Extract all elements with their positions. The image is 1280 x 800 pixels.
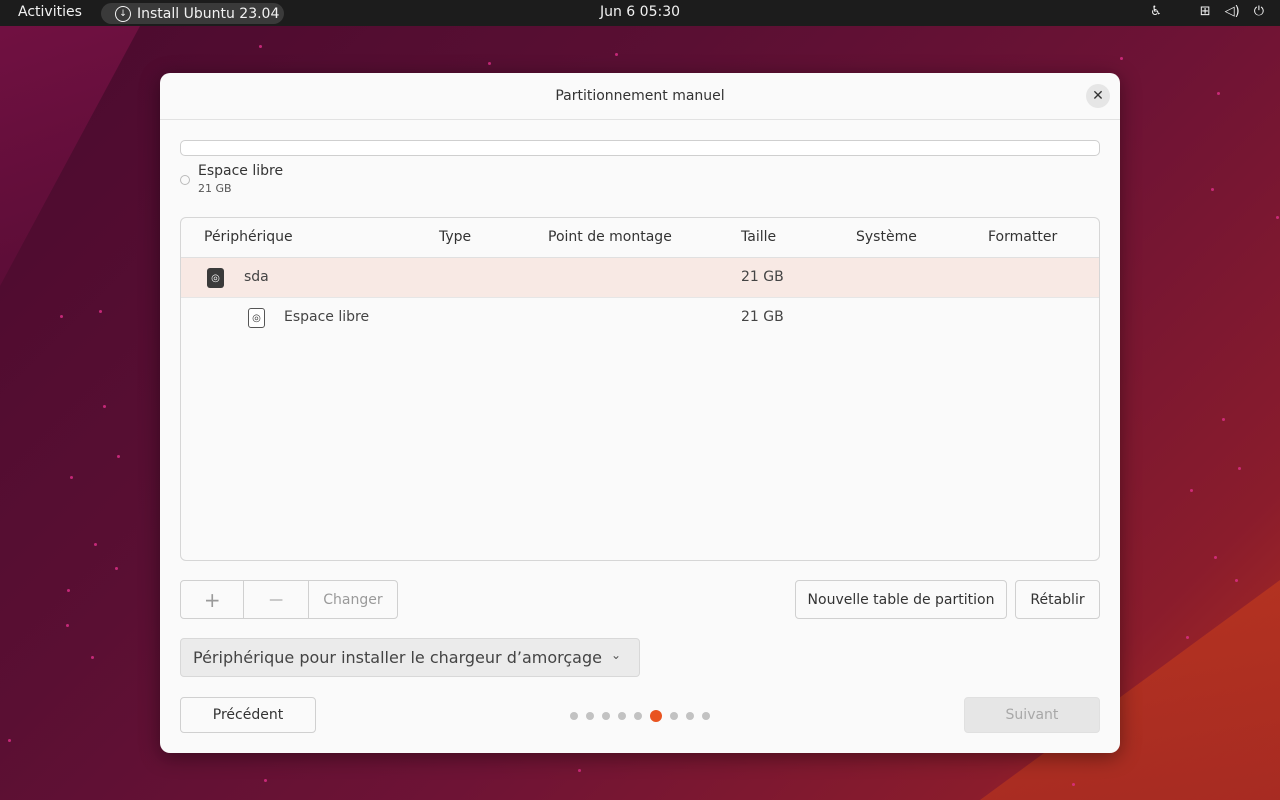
- step-dot: [618, 712, 626, 720]
- legend-name: Espace libre: [198, 163, 284, 179]
- partition-actions: + — Changer: [180, 580, 398, 619]
- wallpaper-dot: [91, 656, 94, 659]
- add-partition-button[interactable]: +: [181, 581, 245, 618]
- step-dot: [602, 712, 610, 720]
- column-header-system[interactable]: Système: [856, 229, 917, 245]
- disk-icon: ◎: [207, 268, 224, 288]
- wallpaper-dot: [578, 769, 581, 772]
- wallpaper-dot: [1238, 467, 1241, 470]
- system-tray[interactable]: ♿ ⊞ ◁) ⏻: [1150, 4, 1264, 19]
- next-button[interactable]: Suivant: [964, 697, 1100, 733]
- wallpaper-dot: [115, 567, 118, 570]
- wallpaper-dot: [1072, 783, 1075, 786]
- column-header-format[interactable]: Formatter: [988, 229, 1057, 245]
- remove-partition-button[interactable]: —: [244, 581, 309, 618]
- legend-size: 21 GB: [198, 182, 232, 195]
- chevron-down-icon: ⌄: [610, 648, 621, 662]
- wallpaper-dot: [1235, 579, 1238, 582]
- step-dot-current: [650, 710, 662, 722]
- wallpaper-dot: [103, 405, 106, 408]
- boot-device-label: Périphérique pour installer le chargeur …: [193, 648, 602, 667]
- clock[interactable]: Jun 6 05:30: [0, 4, 1280, 20]
- network-icon[interactable]: ⊞: [1200, 4, 1211, 19]
- manual-partition-dialog: Partitionnement manuel ✕ Espace libre 21…: [160, 73, 1120, 753]
- partition-icon: ◎: [248, 308, 265, 328]
- wallpaper-dot: [94, 543, 97, 546]
- wallpaper-dot: [67, 589, 70, 592]
- step-dot: [570, 712, 578, 720]
- column-header-device[interactable]: Périphérique: [204, 229, 293, 245]
- wallpaper-dot: [259, 45, 262, 48]
- close-button[interactable]: ✕: [1086, 84, 1110, 108]
- column-header-size[interactable]: Taille: [741, 229, 776, 245]
- revert-button[interactable]: Rétablir: [1015, 580, 1100, 619]
- table-row[interactable]: ◎ sda 21 GB: [181, 258, 1099, 298]
- wallpaper-dot: [1190, 489, 1193, 492]
- wallpaper-shape: [0, 26, 140, 286]
- disk-usage-bar: [180, 140, 1100, 156]
- step-dot: [586, 712, 594, 720]
- table-header: Périphérique Type Point de montage Taill…: [181, 218, 1099, 258]
- legend-swatch: [180, 175, 190, 185]
- dialog-title: Partitionnement manuel: [555, 88, 725, 104]
- wallpaper-dot: [1217, 92, 1220, 95]
- wallpaper-dot: [117, 455, 120, 458]
- wallpaper-dot: [70, 476, 73, 479]
- partition-table: Périphérique Type Point de montage Taill…: [180, 217, 1100, 561]
- wallpaper-dot: [1222, 418, 1225, 421]
- boot-device-select[interactable]: Périphérique pour installer le chargeur …: [180, 638, 640, 677]
- wallpaper-dot: [615, 53, 618, 56]
- change-partition-button[interactable]: Changer: [309, 581, 397, 618]
- wallpaper-dot: [66, 624, 69, 627]
- wallpaper-dot: [99, 310, 102, 313]
- row-device: Espace libre: [284, 309, 370, 325]
- table-row[interactable]: ◎ Espace libre 21 GB: [181, 298, 1099, 338]
- row-size: 21 GB: [741, 269, 784, 285]
- new-partition-table-button[interactable]: Nouvelle table de partition: [795, 580, 1007, 619]
- volume-icon[interactable]: ◁): [1225, 4, 1240, 19]
- wallpaper-dot: [1214, 556, 1217, 559]
- wallpaper-dot: [1186, 636, 1189, 639]
- row-size: 21 GB: [741, 309, 784, 325]
- wallpaper-dot: [8, 739, 11, 742]
- step-dot: [634, 712, 642, 720]
- step-dot: [670, 712, 678, 720]
- tray-spacer: [1176, 4, 1186, 19]
- row-device: sda: [244, 269, 269, 285]
- column-header-mount[interactable]: Point de montage: [548, 229, 672, 245]
- wallpaper-dot: [1276, 216, 1279, 219]
- step-dot: [686, 712, 694, 720]
- top-bar: Activities ↓ Install Ubuntu 23.04 Jun 6 …: [0, 0, 1280, 26]
- wallpaper-dot: [1211, 188, 1214, 191]
- wallpaper-dot: [264, 779, 267, 782]
- step-indicator: [570, 710, 710, 722]
- close-icon: ✕: [1092, 88, 1104, 104]
- wallpaper-dot: [60, 315, 63, 318]
- step-dot: [702, 712, 710, 720]
- wallpaper-dot: [488, 62, 491, 65]
- wallpaper-dot: [1120, 57, 1123, 60]
- column-header-type[interactable]: Type: [439, 229, 471, 245]
- dialog-header: Partitionnement manuel ✕: [160, 73, 1120, 120]
- power-icon[interactable]: ⏻: [1254, 4, 1264, 19]
- disk-legend: Espace libre 21 GB: [180, 163, 283, 195]
- accessibility-icon[interactable]: ♿: [1150, 4, 1162, 19]
- back-button[interactable]: Précédent: [180, 697, 316, 733]
